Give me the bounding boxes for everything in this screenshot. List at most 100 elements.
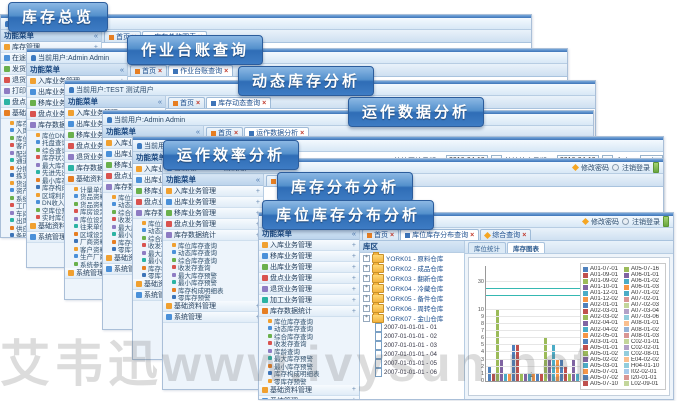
menu-item-icon [268,356,272,360]
tree-node-location[interactable]: 2007-01-01-01 - 04 [360,350,464,359]
sidebar-section[interactable]: 出库业务管理 [259,262,359,273]
menu-item-icon [68,176,74,182]
sidebar-section[interactable]: 移库业务管理 [163,208,263,219]
tree-expander-icon[interactable]: + [363,305,370,312]
tree-node-location-label: 2007-01-01-01 - 05 [384,360,437,367]
close-tab-icon[interactable]: × [470,232,474,239]
menu-item-icon [36,140,40,144]
sidebar-section[interactable]: 盘点业务管理 [259,273,359,284]
sidebar-section[interactable]: 基础资料管理 [163,301,263,312]
legend-swatch [624,351,629,356]
tree-expander-icon[interactable]: + [363,255,370,262]
current-user-label: 当前用户:Admin Admin [38,53,109,63]
close-tab-icon[interactable]: × [158,68,162,75]
menu-item-icon [166,199,172,205]
sidebar-section-label: 移库业务管理 [174,208,216,218]
sidebar-title[interactable]: 功能菜单 [27,64,127,76]
legend-swatch [583,345,588,350]
change-password-link[interactable]: 修改密码 [591,217,619,227]
tree-expander-icon[interactable]: + [363,295,370,302]
gridline [486,344,583,345]
tree-expander-icon[interactable]: + [363,275,370,282]
sidebar-section[interactable]: 系统管理 [259,396,359,400]
bar-A05-07-10 [564,367,567,381]
collapsed-panel-handle[interactable] [663,216,669,227]
menu-item-icon [68,270,74,276]
change-password-link[interactable]: 修改密码 [581,163,609,173]
legend-label: L02-09-01 [631,381,658,387]
menu-item-icon [10,226,14,230]
ribbon-inventory-overview: 库存总览 [8,2,108,32]
menu-item-icon [10,211,14,215]
close-tab-icon[interactable]: × [522,232,526,239]
menu-item-icon [30,234,36,240]
tab-home[interactable]: 首页× [362,229,399,240]
logout-link[interactable]: 注销登录 [632,217,660,227]
tab-home[interactable]: 首页× [168,97,205,108]
menu-item-icon [4,66,10,72]
tab-home[interactable]: 首页× [130,65,167,76]
tree-node-warehouse-label: YORK03 - 翻新仓库 [386,273,443,283]
sidebar-section-label: 盘点业务管理 [174,219,216,229]
menu-item-icon [10,196,14,200]
legend-swatch [583,297,588,302]
legend-swatch [624,333,629,338]
sidebar-section[interactable]: 退货业务管理 [259,284,359,295]
menu-item-icon [36,215,40,219]
tree-node-location[interactable]: 2007-01-01-01 - 01 [360,323,464,332]
y-axis-tick: 10 [471,307,484,313]
logout-link[interactable]: 注销登录 [622,163,650,173]
sidebar-section[interactable]: 出库业务管理 [163,197,263,208]
tree-node-location[interactable]: 2007-01-01-01 - 02 [360,332,464,341]
sidebar-section[interactable]: 盘点业务管理 [163,219,263,230]
legend-swatch [583,339,588,344]
menu-item-icon [262,253,268,259]
tree-expander-icon[interactable]: + [363,265,370,272]
tree-node-warehouse-label: YORK07 - 金山仓库 [386,313,443,323]
menu-item-icon [68,121,74,127]
sidebar-section[interactable]: 系统管理 [163,312,263,323]
menu-item-icon [30,100,36,106]
tree-node-location[interactable]: 2007-01-01-01 - 03 [360,341,464,350]
menu-item-icon [10,233,14,237]
location-doc-icon [375,368,382,377]
sidebar-section[interactable]: 移库业务管理 [259,251,359,262]
menu-item-icon [268,341,272,345]
menu-item-icon [68,110,74,116]
tab-combined-query[interactable]: 综合查询× [480,229,531,240]
legend-swatch [624,273,629,278]
sidebar-section[interactable]: 入库业务管理 [259,240,359,251]
report-icon [173,69,178,74]
tree-node-location[interactable]: 2007-01-01-01 - 05 [360,359,464,368]
y-axis-tick: 8 [471,321,484,327]
tree-node-location[interactable]: 2007-01-01-01 - 06 [360,368,464,377]
subtab-location-stats[interactable]: 库位统计 [468,242,506,253]
collapsed-panel-handle[interactable] [653,162,659,173]
tab-feature[interactable]: 库存动态查询× [206,97,271,108]
sidebar-title[interactable]: 功能菜单 [163,174,263,186]
tree-expander-icon[interactable]: + [363,315,370,322]
tree-expander-icon[interactable]: + [363,285,370,292]
menu-item-icon [74,187,78,191]
y-axis-tick: 30 [471,279,484,285]
close-tab-icon[interactable]: × [262,100,266,107]
logout-icon [612,164,619,171]
menu-item-icon [10,151,14,155]
sidebar-title[interactable]: 功能菜单 [65,96,165,108]
close-tab-icon[interactable]: × [196,100,200,107]
subtab-inventory-chart[interactable]: 库存图表 [507,242,545,253]
sidebar-section[interactable]: 加工业务管理 [259,295,359,306]
tree-node-warehouse[interactable]: + YORK07 - 金山仓库 [360,313,464,323]
sidebar-section-label: 库存数据统计 [174,230,216,240]
tab-location-distribution[interactable]: 库位库存分布查询× [400,229,479,240]
bar-A05-01-01 [540,374,543,381]
close-tab-icon[interactable]: × [224,68,228,75]
menu-item-icon [172,288,176,292]
sidebar-section[interactable]: 入库业务管理 [163,186,263,197]
sidebar-section-label: 出库业务管理 [174,197,216,207]
menu-item-icon [136,166,142,172]
tree-node-warehouse-label: YORK06 - 周转仓库 [386,303,443,313]
close-tab-icon[interactable]: × [390,232,394,239]
sidebar-section[interactable]: 基础资料管理 [259,385,359,396]
tab-feature[interactable]: 作业台账查询× [168,65,233,76]
